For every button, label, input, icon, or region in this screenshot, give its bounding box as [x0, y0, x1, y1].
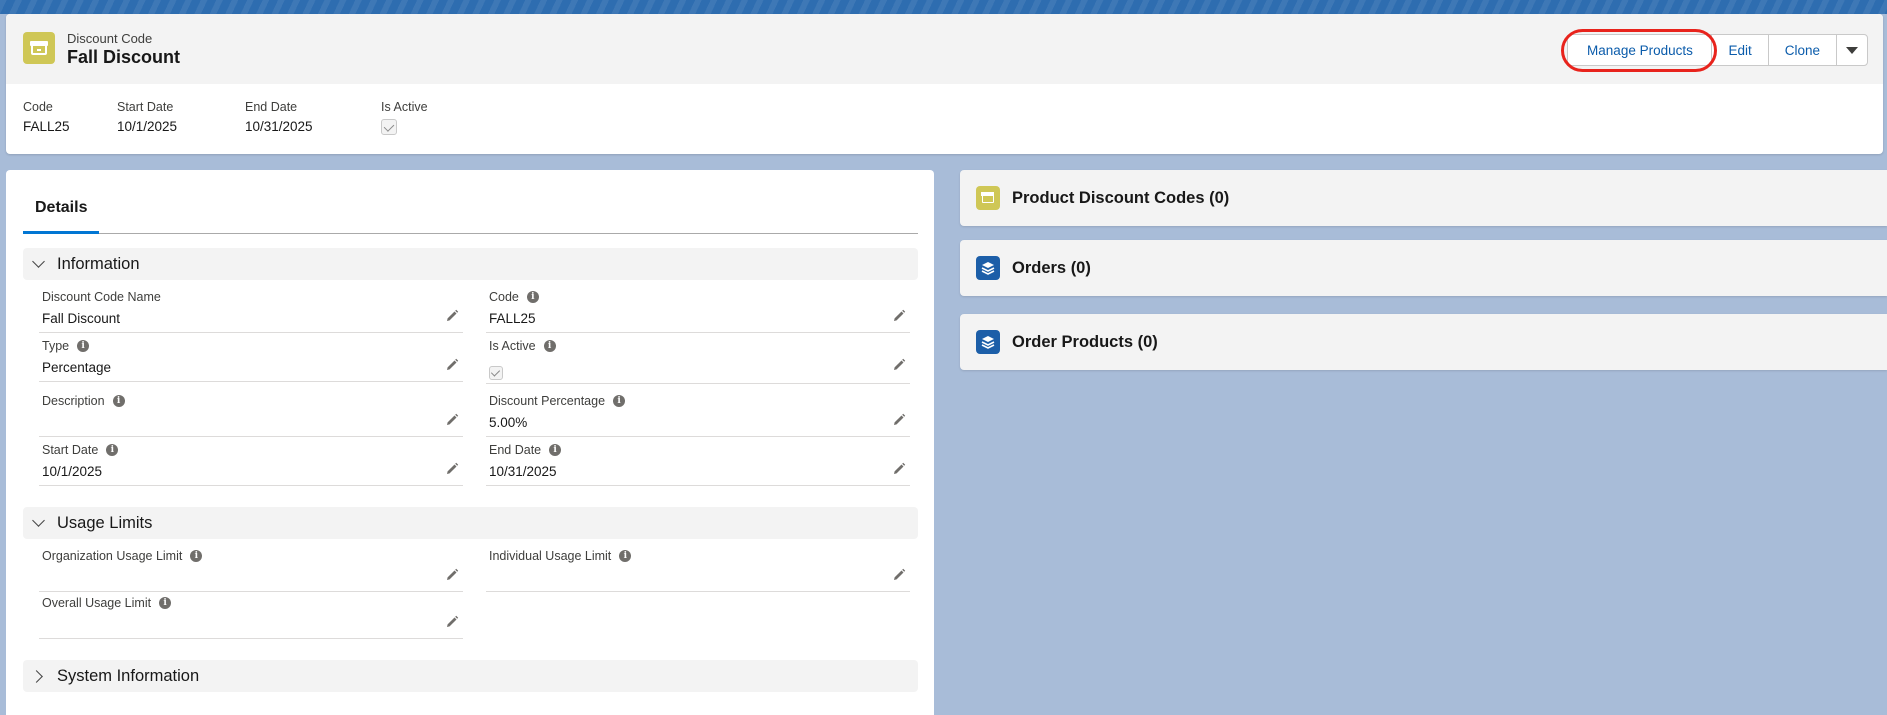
highlight-value: FALL25 [23, 119, 70, 134]
field-discount-percentage: Discount Percentage i 5.00% [486, 393, 910, 437]
edit-pencil-icon[interactable] [445, 462, 459, 476]
discount-code-object-icon [23, 32, 55, 64]
record-highlights-panel: Discount Code Fall Discount Manage Produ… [6, 14, 1883, 154]
field-value: 10/1/2025 [42, 464, 103, 479]
edit-pencil-icon[interactable] [445, 413, 459, 427]
info-icon[interactable]: i [106, 444, 119, 456]
section-title: Information [57, 254, 140, 273]
field-start-date: Start Date i 10/1/2025 [39, 442, 463, 486]
order-products-icon [976, 330, 1000, 354]
highlight-label: Is Active [381, 100, 428, 114]
section-title: System Information [57, 666, 200, 685]
field-overall-usage-limit: Overall Usage Limit i [39, 595, 463, 639]
section-information-header[interactable]: Information [23, 248, 918, 280]
field-code: Code i FALL25 [486, 289, 910, 333]
field-label: Start Date i [42, 443, 119, 457]
field-label: Description i [42, 394, 125, 408]
related-list-title[interactable]: Orders (0) [1012, 259, 1091, 278]
is-active-checkbox-icon [381, 119, 397, 135]
field-label: Type i [42, 339, 90, 353]
record-action-buttons: Manage Products Edit Clone [1567, 34, 1868, 66]
highlight-is-active: Is Active [381, 100, 461, 135]
related-list-title[interactable]: Order Products (0) [1012, 333, 1158, 352]
field-label: Discount Percentage i [489, 394, 626, 408]
info-icon[interactable]: i [543, 340, 556, 352]
highlight-value: 10/1/2025 [117, 119, 178, 134]
field-label: Overall Usage Limit i [42, 596, 172, 610]
tab-details[interactable]: Details [23, 184, 100, 234]
is-active-checkbox-icon [489, 366, 503, 380]
field-individual-usage-limit: Individual Usage Limit i [486, 548, 910, 592]
global-header-strip [0, 0, 1887, 14]
edit-pencil-icon[interactable] [445, 615, 459, 629]
highlight-code: Code FALL25 [23, 100, 117, 135]
edit-pencil-icon[interactable] [892, 309, 906, 323]
field-label: Individual Usage Limit i [489, 549, 632, 563]
details-card: Details Information Discount Code Name F… [6, 170, 934, 715]
field-discount-code-name: Discount Code Name Fall Discount [39, 289, 463, 333]
edit-pencil-icon[interactable] [445, 309, 459, 323]
orders-icon [976, 256, 1000, 280]
field-organization-usage-limit: Organization Usage Limit i [39, 548, 463, 592]
field-label: Discount Code Name [42, 290, 161, 304]
field-description: Description i [39, 393, 463, 437]
chevron-right-icon [33, 671, 43, 681]
field-value: 10/31/2025 [489, 464, 557, 479]
section-usage-limits-header[interactable]: Usage Limits [23, 507, 918, 539]
field-end-date: End Date i 10/31/2025 [486, 442, 910, 486]
edit-pencil-icon[interactable] [892, 358, 906, 372]
edit-button[interactable]: Edit [1711, 34, 1769, 66]
field-label: End Date i [489, 443, 562, 457]
field-is-active: Is Active i [486, 338, 910, 384]
edit-pencil-icon[interactable] [445, 568, 459, 582]
highlight-value: 10/31/2025 [245, 119, 313, 134]
section-system-information-header[interactable]: System Information [23, 660, 918, 692]
caret-down-icon [1846, 46, 1858, 54]
highlight-label: Code [23, 100, 53, 114]
record-title: Fall Discount [67, 47, 181, 67]
related-list-title[interactable]: Product Discount Codes (0) [1012, 189, 1229, 208]
highlight-label: Start Date [117, 100, 174, 114]
field-value: Percentage [42, 360, 112, 375]
clone-button[interactable]: Clone [1767, 34, 1837, 66]
info-icon[interactable]: i [190, 550, 203, 562]
more-actions-dropdown[interactable] [1836, 34, 1868, 66]
edit-pencil-icon[interactable] [892, 568, 906, 582]
related-list-order-products[interactable]: Order Products (0) [960, 314, 1887, 370]
manage-products-button[interactable]: Manage Products [1567, 34, 1713, 66]
chevron-down-icon [33, 518, 43, 528]
edit-pencil-icon[interactable] [892, 462, 906, 476]
info-icon[interactable]: i [549, 444, 562, 456]
record-header: Discount Code Fall Discount Manage Produ… [6, 14, 1883, 84]
highlight-end-date: End Date 10/31/2025 [245, 100, 381, 135]
info-icon[interactable]: i [112, 395, 125, 407]
field-value: 5.00% [489, 415, 528, 430]
field-value: FALL25 [489, 311, 536, 326]
highlight-start-date: Start Date 10/1/2025 [117, 100, 245, 135]
field-label: Code i [489, 290, 539, 304]
highlight-fields: Code FALL25 Start Date 10/1/2025 End Dat… [23, 100, 461, 135]
section-title: Usage Limits [57, 513, 153, 532]
field-type: Type i Percentage [39, 338, 463, 382]
highlight-label: End Date [245, 100, 298, 114]
tab-bar: Details [23, 184, 918, 234]
info-icon[interactable]: i [77, 340, 90, 352]
info-icon[interactable]: i [619, 550, 632, 562]
info-icon[interactable]: i [159, 597, 172, 609]
edit-pencil-icon[interactable] [445, 358, 459, 372]
info-icon[interactable]: i [526, 291, 539, 303]
product-discount-code-icon [976, 186, 1000, 210]
object-type-label: Discount Code [67, 31, 153, 46]
chevron-down-icon [33, 259, 43, 269]
related-list-orders[interactable]: Orders (0) [960, 240, 1887, 296]
field-label: Is Active i [489, 339, 556, 353]
field-value: Fall Discount [42, 311, 121, 326]
info-icon[interactable]: i [613, 395, 626, 407]
edit-pencil-icon[interactable] [892, 413, 906, 427]
related-list-product-discount-codes[interactable]: Product Discount Codes (0) [960, 170, 1887, 226]
field-label: Organization Usage Limit i [42, 549, 203, 563]
